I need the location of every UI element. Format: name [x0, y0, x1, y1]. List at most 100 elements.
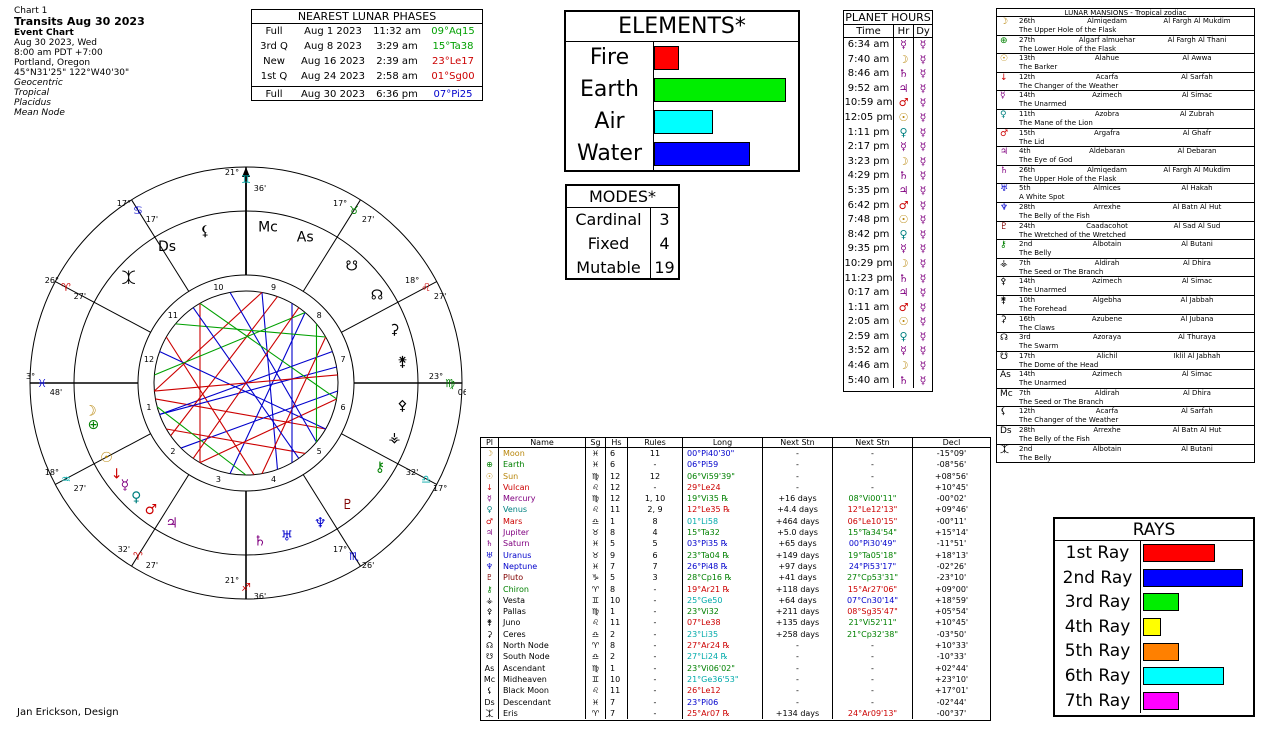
hour-ruler-glyph: ♀ — [894, 125, 914, 141]
hour-row: 8:42 pm ♀ ☿ — [844, 227, 932, 243]
cusp-minutes: 27' — [434, 292, 446, 301]
ray-row: 2nd Ray — [1055, 565, 1253, 591]
mansion-number: 2nd — [1019, 240, 1033, 249]
planet-house: 5 — [606, 572, 628, 584]
planet-row: ♂ Mars ♎ 1 8 01°Li58 +464 days 06°Le10'15" -00°1… — [481, 515, 990, 528]
planet-glyph: ♇ — [481, 572, 499, 584]
mode-count: 19 — [654, 258, 675, 277]
cusp-degree: 17° — [333, 199, 347, 208]
ray-label: 7th Ray — [1055, 688, 1141, 714]
wheel-planet-glyph: ⚵ — [397, 354, 407, 370]
cusp-sign-glyph: ♓ — [37, 377, 47, 390]
hour-time: 2:59 am — [844, 329, 894, 345]
planet-house: 9 — [606, 549, 628, 561]
planet-next-station-pos: - — [833, 685, 913, 697]
mansion-number: 28th — [1019, 202, 1036, 211]
hour-time: 6:34 am — [844, 38, 894, 53]
phase-row: 3rd Q Aug 8 2023 3:29 am 15°Ta38 — [252, 39, 482, 54]
col-next-stn-1: Next Stn — [763, 438, 833, 447]
planet-next-station-time: +258 days — [763, 628, 833, 641]
mansion-name: Azobra — [1094, 109, 1120, 118]
hour-ruler-glyph: ♀ — [894, 227, 914, 243]
day-ruler-glyph: ☿ — [919, 300, 927, 314]
hour-ruler-glyph: ♄ — [894, 271, 914, 287]
mansion-description: The Belly of the Fish — [1019, 211, 1090, 220]
phase-name: Full — [265, 26, 283, 37]
header-dy: Dy — [916, 26, 930, 37]
planet-longitude: 25°Ar07 ℞ — [683, 707, 763, 720]
planet-house: 2 — [606, 628, 628, 641]
hour-row: 6:34 am ☿ ☿ — [844, 38, 932, 53]
ray-bar — [1143, 618, 1161, 637]
hour-ruler-glyph: ♂ — [894, 300, 914, 316]
wheel-planet-glyph: ☊ — [371, 288, 383, 304]
house-number: 7 — [340, 355, 345, 364]
planet-table: Pl Name Sg Hs Rules Long Next Stn Next S… — [480, 437, 991, 721]
mansion-description: The Unarmed — [1019, 100, 1067, 109]
planet-name: Mars — [499, 515, 586, 528]
phase-name: 3rd Q — [260, 41, 288, 52]
header-time: Time — [844, 25, 894, 37]
planet-next-station-pos: - — [833, 673, 913, 686]
wheel-planet-glyph: ⚷ — [375, 460, 385, 476]
mansion-number: 17th — [1019, 351, 1036, 360]
day-ruler-glyph: ☿ — [919, 96, 927, 110]
planet-row: ⚳ Ceres ♎ 2-23°Li35 +258 days 21°Cp32'38" -03°… — [481, 628, 990, 641]
element-bar — [654, 46, 679, 70]
planet-next-station-time: +41 days — [763, 572, 833, 584]
day-ruler-glyph: ☿ — [919, 52, 927, 66]
planet-rules: - — [628, 707, 683, 720]
cusp-degree: 32' — [118, 545, 130, 554]
cusp-sign-glyph: ♏ — [349, 550, 359, 563]
elements-rows: Fire Earth Air Water — [566, 42, 798, 170]
mansion-number: 26th — [1019, 165, 1036, 174]
mansion-row: ♆ 28th Arrexhe Al Batn Al Hut The Belly of t… — [997, 203, 1254, 222]
mansion-number: 2nd — [1019, 444, 1033, 453]
mansion-planet-glyph: ⚸ — [1000, 407, 1007, 418]
hour-row: 12:05 pm ☉ ☿ — [844, 110, 932, 126]
planet-next-station-pos: 15°Ar27'06" — [833, 583, 913, 595]
planet-house: 11 — [606, 617, 628, 629]
cusp-sign-glyph: ♍ — [445, 377, 455, 390]
planet-house: 7 — [606, 696, 628, 708]
lunar-mansions-title: LUNAR MANSIONS - Tropical zodiac — [997, 9, 1254, 17]
mansion-row: ⚸ 12th Acarfa Al Sarfah The Changer of the W… — [997, 407, 1254, 427]
phase-row: Full Aug 30 2023 6:36 pm 07°Pi25 — [252, 86, 482, 101]
chart-title: Transits Aug 30 2023 — [14, 15, 145, 28]
mansion-planet-glyph: ♇ — [1000, 221, 1009, 232]
planet-glyph: ⊕ — [481, 459, 499, 471]
wheel-planet-glyph: As — [297, 230, 314, 246]
day-ruler-glyph: ☿ — [919, 256, 927, 270]
planet-name: South Node — [499, 651, 586, 663]
mansion-name: Aldirah — [1094, 388, 1120, 397]
cusp-minutes: 27' — [74, 292, 86, 301]
planet-next-station-time: +64 days — [763, 594, 833, 607]
planet-declination: -03°50' — [936, 629, 967, 639]
hour-time: 8:42 pm — [844, 227, 894, 243]
cusp-sign-glyph: ♒ — [61, 473, 71, 486]
cusp-degree: 26° — [45, 276, 59, 285]
mansion-planet-glyph: As — [1000, 370, 1011, 381]
mansion-row: ⚶ 7th Aldirah Al Dhira The Seed or The Branc… — [997, 259, 1254, 278]
planet-house: 7 — [606, 707, 628, 720]
hour-row: 0:17 am ♃ ☿ — [844, 286, 932, 301]
planet-next-station-time: +135 days — [763, 617, 833, 629]
planet-sign-glyph: ♌ — [586, 504, 606, 516]
phase-time: 6:36 pm — [376, 89, 418, 100]
planet-hours-title: PLANET HOURS — [844, 11, 932, 25]
chart-coords: 45°N31'25" 122°W40'30" — [14, 68, 130, 78]
planet-name: Pluto — [499, 572, 586, 584]
mode-row: Fixed 4 — [567, 232, 678, 256]
element-bar — [654, 110, 713, 134]
planet-rules: - — [628, 606, 683, 618]
wheel-planet-glyph: ⚴ — [397, 398, 407, 414]
lunar-mansions-table: LUNAR MANSIONS - Tropical zodiac ☽ 26th Al… — [996, 8, 1255, 463]
hour-ruler-glyph: ☿ — [894, 242, 914, 257]
planet-next-station-time: +149 days — [763, 549, 833, 561]
planet-sign-glyph: ♉ — [586, 549, 606, 561]
ray-row: 7th Ray — [1055, 688, 1253, 714]
cusp-minutes: 48' — [50, 388, 62, 397]
planet-declination: +10°45' — [934, 618, 969, 628]
planet-glyph: ♃ — [481, 527, 499, 539]
hour-ruler-glyph: ☉ — [894, 213, 914, 228]
